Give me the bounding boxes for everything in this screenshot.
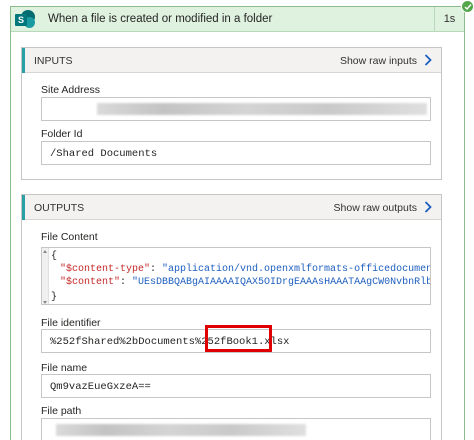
card-title: When a file is created or modified in a … <box>48 13 273 25</box>
sharepoint-icon: S <box>15 10 35 30</box>
chevron-right-icon[interactable] <box>424 201 432 213</box>
folder-id-label: Folder Id <box>41 128 83 140</box>
outputs-title: OUTPUTS <box>34 202 85 214</box>
site-address-field <box>41 97 431 121</box>
duration-badge: 1s <box>434 7 464 31</box>
file-path-field <box>41 418 431 440</box>
json-open-brace: { <box>51 251 58 262</box>
file-identifier-label: File identifier <box>41 317 101 329</box>
code-scrollbar[interactable] <box>42 248 49 304</box>
file-name-field: Qm9vazEueGxzeA== <box>41 374 431 398</box>
redacted-value <box>56 424 306 436</box>
file-content-box[interactable]: { "$content-type": "application/vnd.open… <box>41 247 431 305</box>
folder-id-field: /Shared Documents <box>41 141 431 165</box>
show-raw-outputs-link[interactable]: Show raw outputs <box>334 202 417 214</box>
file-name-label: File name <box>41 362 88 374</box>
check-icon <box>461 0 474 13</box>
card-header[interactable]: S When a file is created or modified in … <box>11 7 464 32</box>
json-line: "$content-type": "application/vnd.openxm… <box>60 264 431 275</box>
inputs-title: INPUTS <box>34 55 73 67</box>
redacted-value <box>97 103 427 115</box>
json-line: "$content": "UEsDBBQABgAIAAAAIQAX5OIDrgE… <box>60 277 431 288</box>
file-path-label: File path <box>41 405 82 417</box>
chevron-right-icon[interactable] <box>424 54 432 66</box>
file-identifier-prefix: %252fShared%2bDocuments%252f <box>50 336 227 348</box>
site-address-label: Site Address <box>41 84 100 96</box>
inputs-header: INPUTS Show raw inputs <box>22 48 441 73</box>
outputs-header: OUTPUTS Show raw outputs <box>22 195 441 220</box>
json-close-brace: } <box>51 292 58 303</box>
file-content-label: File Content <box>41 231 98 243</box>
filename-highlight-box <box>205 325 272 352</box>
show-raw-inputs-link[interactable]: Show raw inputs <box>340 55 417 67</box>
